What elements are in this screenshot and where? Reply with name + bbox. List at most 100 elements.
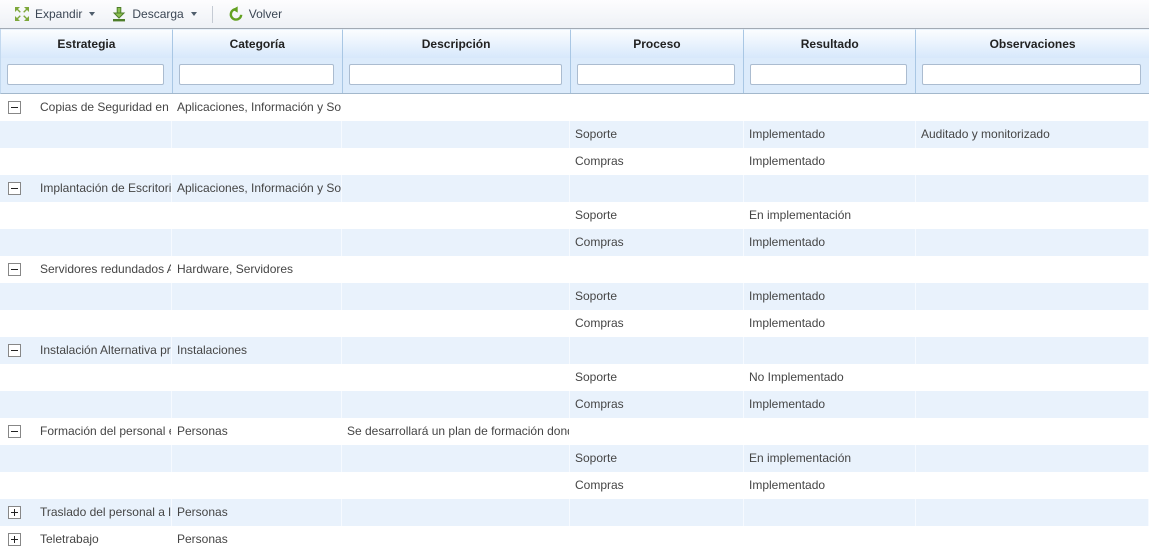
table-row[interactable]: Instalación Alternativa pre Instalacione… xyxy=(0,337,1149,364)
cell-descripcion xyxy=(342,526,570,553)
grid-body: Copias de Seguridad en to Aplicaciones, … xyxy=(0,94,1149,553)
cell-descripcion xyxy=(342,175,570,202)
table-row[interactable]: Compras Implementado xyxy=(0,391,1149,418)
back-arrow-icon xyxy=(228,6,244,22)
table-row[interactable]: Traslado del personal a la Personas xyxy=(0,499,1149,526)
expandir-button[interactable]: Expandir xyxy=(6,2,103,26)
collapse-minus-icon[interactable] xyxy=(8,425,21,438)
cell-proceso xyxy=(570,499,744,526)
cell-proceso: Compras xyxy=(570,148,744,175)
table-row[interactable]: Copias de Seguridad en to Aplicaciones, … xyxy=(0,94,1149,121)
cell-categoria xyxy=(172,121,342,148)
filter-input-proceso[interactable] xyxy=(577,64,736,85)
filter-cell xyxy=(744,58,916,93)
filter-cell xyxy=(173,58,343,93)
table-row[interactable]: Compras Implementado xyxy=(0,148,1149,175)
cell-descripcion xyxy=(342,445,570,472)
cell-estrategia: Copias de Seguridad en to xyxy=(0,94,172,121)
cell-proceso xyxy=(570,94,744,121)
cell-resultado: No Implementado xyxy=(744,364,916,391)
column-header-resultado[interactable]: Resultado xyxy=(744,29,916,58)
cell-resultado: En implementación xyxy=(744,202,916,229)
download-icon xyxy=(111,6,127,22)
cell-observaciones xyxy=(916,445,1149,472)
cell-observaciones xyxy=(916,499,1149,526)
cell-proceso xyxy=(570,418,744,445)
cell-estrategia: Servidores redundados Ac xyxy=(0,256,172,283)
estrategia-text: Traslado del personal a la xyxy=(40,499,171,526)
volver-button[interactable]: Volver xyxy=(220,2,290,26)
collapse-minus-icon[interactable] xyxy=(8,182,21,195)
expand-plus-icon[interactable] xyxy=(8,506,21,519)
filter-input-resultado[interactable] xyxy=(750,64,907,85)
cell-descripcion xyxy=(342,148,570,175)
collapse-minus-icon[interactable] xyxy=(8,263,21,276)
table-row[interactable]: Soporte No Implementado xyxy=(0,364,1149,391)
table-row[interactable]: Soporte Implementado Auditado y monitori… xyxy=(0,121,1149,148)
cell-categoria xyxy=(172,310,342,337)
cell-estrategia xyxy=(0,445,172,472)
cell-categoria xyxy=(172,283,342,310)
toolbar: Expandir Descarga Volver xyxy=(0,0,1149,29)
cell-estrategia xyxy=(0,229,172,256)
cell-categoria xyxy=(172,229,342,256)
cell-descripcion xyxy=(342,364,570,391)
table-row[interactable]: Formación del personal er Personas Se de… xyxy=(0,418,1149,445)
cell-descripcion xyxy=(342,202,570,229)
cell-categoria xyxy=(172,148,342,175)
table-row[interactable]: Compras Implementado xyxy=(0,229,1149,256)
collapse-minus-icon[interactable] xyxy=(8,344,21,357)
expand-plus-icon[interactable] xyxy=(8,533,21,546)
cell-descripcion xyxy=(342,310,570,337)
cell-categoria xyxy=(172,202,342,229)
estrategia-text: Formación del personal er xyxy=(40,418,171,445)
cell-proceso: Compras xyxy=(570,472,744,499)
cell-resultado xyxy=(744,94,916,121)
collapse-minus-icon[interactable] xyxy=(8,101,21,114)
table-row[interactable]: Servidores redundados Ac Hardware, Servi… xyxy=(0,256,1149,283)
cell-descripcion xyxy=(342,229,570,256)
column-header-descripcion[interactable]: Descripción xyxy=(343,29,571,58)
cell-proceso: Soporte xyxy=(570,445,744,472)
column-header-proceso[interactable]: Proceso xyxy=(571,29,745,58)
table-row[interactable]: Soporte En implementación xyxy=(0,202,1149,229)
cell-estrategia xyxy=(0,391,172,418)
descarga-button[interactable]: Descarga xyxy=(103,2,204,26)
chevron-down-icon xyxy=(89,12,95,16)
table-row[interactable]: Soporte En implementación xyxy=(0,445,1149,472)
estrategia-text: Implantación de Escritorio xyxy=(40,175,171,202)
cell-proceso: Compras xyxy=(570,310,744,337)
chevron-down-icon xyxy=(191,12,197,16)
estrategia-text: Teletrabajo xyxy=(40,526,99,553)
column-header-estrategia[interactable]: Estrategia xyxy=(1,29,173,58)
cell-resultado: En implementación xyxy=(744,445,916,472)
table-row[interactable]: Soporte Implementado xyxy=(0,283,1149,310)
table-row[interactable]: Compras Implementado xyxy=(0,310,1149,337)
cell-resultado xyxy=(744,526,916,553)
column-header-observaciones[interactable]: Observaciones xyxy=(916,29,1149,58)
cell-proceso: Compras xyxy=(570,391,744,418)
cell-observaciones xyxy=(916,364,1149,391)
filter-input-estrategia[interactable] xyxy=(7,64,164,85)
filter-input-descripcion[interactable] xyxy=(349,64,562,85)
cell-resultado: Implementado xyxy=(744,148,916,175)
cell-resultado xyxy=(744,499,916,526)
filter-row xyxy=(0,58,1149,94)
cell-resultado: Implementado xyxy=(744,283,916,310)
filter-input-categoria[interactable] xyxy=(179,64,334,85)
cell-resultado xyxy=(744,256,916,283)
cell-resultado xyxy=(744,418,916,445)
cell-estrategia xyxy=(0,310,172,337)
table-row[interactable]: Teletrabajo Personas xyxy=(0,526,1149,553)
cell-estrategia xyxy=(0,283,172,310)
cell-descripcion xyxy=(342,121,570,148)
column-header-categoria[interactable]: Categoría xyxy=(173,29,343,58)
estrategia-text: Instalación Alternativa pre xyxy=(40,337,171,364)
cell-proceso: Soporte xyxy=(570,202,744,229)
cell-resultado xyxy=(744,175,916,202)
table-row[interactable]: Implantación de Escritorio Aplicaciones,… xyxy=(0,175,1149,202)
cell-proceso xyxy=(570,175,744,202)
filter-cell xyxy=(916,58,1149,93)
filter-input-observaciones[interactable] xyxy=(922,64,1141,85)
table-row[interactable]: Compras Implementado xyxy=(0,472,1149,499)
